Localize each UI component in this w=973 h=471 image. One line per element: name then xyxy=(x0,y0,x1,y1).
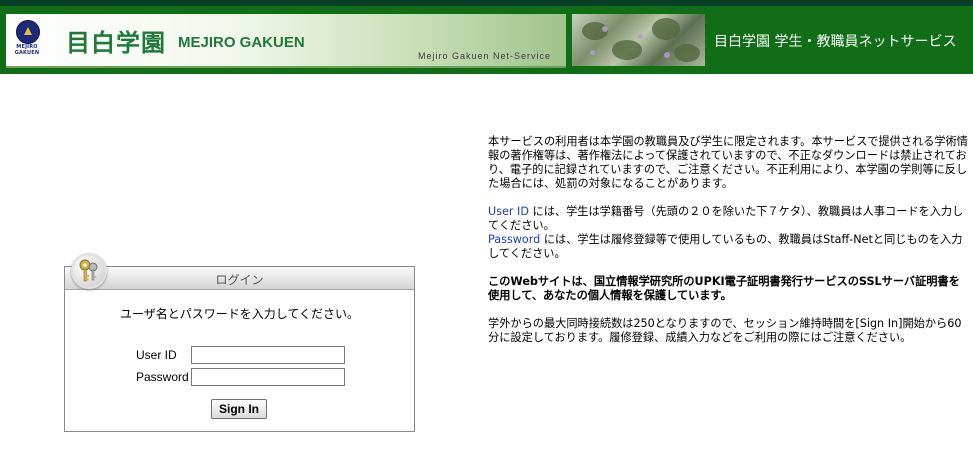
campus-photo xyxy=(572,14,705,66)
userid-term: User ID xyxy=(488,205,529,218)
header-top-strip xyxy=(0,0,973,6)
brand-name-en: MEJIRO GAKUEN xyxy=(178,34,305,51)
logo-text: MEJIRO GAKUEN xyxy=(14,44,40,56)
login-titlebar: ログイン xyxy=(65,267,414,290)
banner: MEJIRO GAKUEN 目白学園 MEJIRO GAKUEN Mejiro … xyxy=(6,14,566,68)
signin-button[interactable]: Sign In xyxy=(211,399,267,419)
login-panel: ログイン ユーザ名とパスワードを入力してください。 User ID Passwo… xyxy=(64,253,415,432)
userid-label: User ID xyxy=(136,348,177,362)
net-service-label: Mejiro Gakuen Net-Service xyxy=(418,51,552,61)
userid-input[interactable] xyxy=(191,346,345,364)
credential-help: User ID には、学生は学籍番号（先頭の２０を除いた下７ケタ）、教職員は人事… xyxy=(488,205,968,261)
login-title: ログイン xyxy=(215,273,264,287)
info-panel: 本サービスの利用者は本学園の教職員及び学生に限定されます。本サービスで提供される… xyxy=(488,135,968,359)
password-input[interactable] xyxy=(191,368,345,386)
site-header: MEJIRO GAKUEN 目白学園 MEJIRO GAKUEN Mejiro … xyxy=(0,0,973,74)
password-term: Password xyxy=(488,233,541,246)
keys-icon xyxy=(71,253,107,289)
login-instruction: ユーザ名とパスワードを入力してください。 xyxy=(119,307,360,321)
usage-notice: 本サービスの利用者は本学園の教職員及び学生に限定されます。本サービスで提供される… xyxy=(488,135,968,190)
ssl-notice: このWebサイトは、国立情報学研究所のUPKI電子証明書発行サービスのSSLサー… xyxy=(488,275,960,302)
password-label: Password xyxy=(136,370,189,384)
service-title: 目白学園 学生・教職員ネットサービス xyxy=(714,34,957,50)
school-emblem-icon xyxy=(16,20,40,44)
userid-help-text: には、学生は学籍番号（先頭の２０を除いた下７ケタ）、教職員は人事コードを入力して… xyxy=(488,205,964,232)
password-help-text: には、学生は履修登録等で使用しているもの、教職員はStaff-Netと同じものを… xyxy=(488,233,963,260)
brand-name-jp: 目白学園 xyxy=(66,29,166,57)
session-notice: 学外からの最大同時接続数は250となりますので、セッション維持時間を[Sign … xyxy=(488,317,962,344)
